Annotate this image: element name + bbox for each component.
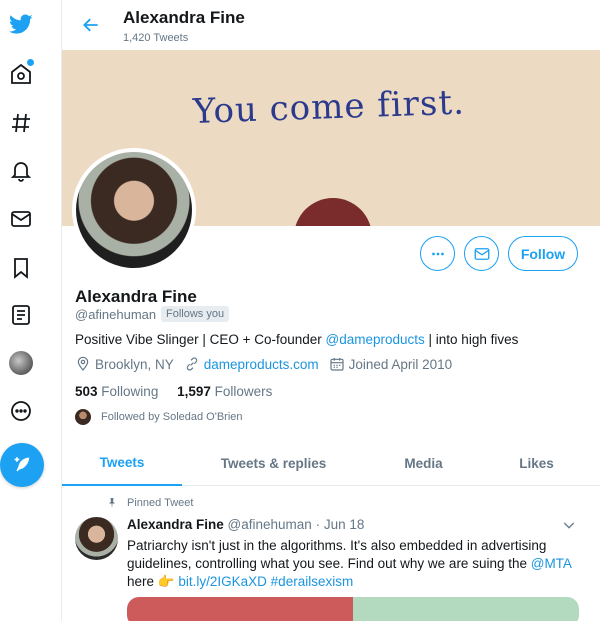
messages-envelope-icon[interactable]: [0, 201, 42, 237]
message-button[interactable]: [464, 236, 499, 271]
media-image-left: [127, 597, 353, 621]
tab-tweets[interactable]: Tweets: [62, 441, 182, 486]
main-column: Alexandra Fine 1,420 Tweets You come fir…: [62, 0, 600, 621]
follows-you-badge: Follows you: [161, 306, 230, 322]
joined-text: Joined April 2010: [348, 356, 453, 372]
tweet-author-avatar[interactable]: [75, 517, 118, 560]
bio-mention-link[interactable]: @dameproducts: [326, 332, 425, 347]
website-link[interactable]: dameproducts.com: [204, 357, 319, 372]
notifications-bell-icon[interactable]: [0, 152, 42, 188]
calendar-icon: [329, 358, 344, 371]
tweet-header: Alexandra Fine @afinehuman · Jun 18: [127, 517, 364, 532]
following-link[interactable]: 503 Following: [75, 384, 158, 399]
envelope-icon: [474, 247, 489, 260]
followed-by-row[interactable]: Followed by Soledad O'Brien: [75, 409, 243, 425]
follower-avatar: [75, 409, 91, 425]
pin-icon: [109, 498, 115, 508]
pinned-label: Pinned Tweet: [106, 497, 193, 509]
pinned-text: Pinned Tweet: [127, 497, 194, 509]
link-icon: [186, 357, 197, 371]
left-nav: [0, 0, 62, 621]
media-image-right: [353, 597, 579, 621]
banner-text: You come first.: [192, 82, 466, 132]
ellipsis-icon: [431, 252, 444, 255]
lists-icon[interactable]: [0, 297, 42, 333]
followers-count: 1,597: [177, 384, 211, 399]
followers-link[interactable]: 1,597 Followers: [177, 384, 272, 399]
tab-likes[interactable]: Likes: [482, 441, 591, 486]
chevron-down-icon[interactable]: [561, 517, 577, 533]
followers-label: Followers: [214, 384, 273, 399]
tweet-mention-link[interactable]: @MTA: [531, 556, 571, 571]
compose-tweet-button[interactable]: [0, 443, 44, 487]
profile-avatar-icon[interactable]: [0, 345, 42, 381]
tweet-url-link[interactable]: bit.ly/2IGKaXD: [178, 574, 267, 589]
home-icon[interactable]: [0, 56, 42, 92]
profile-bio: Positive Vibe Slinger | CEO + Co-founder…: [75, 332, 518, 347]
tweet-text: Patriarchy isn't just in the algorithms.…: [127, 537, 577, 591]
tweet-author-handle: @afinehuman: [227, 517, 312, 532]
profile-avatar[interactable]: [72, 148, 196, 272]
bookmarks-icon[interactable]: [0, 250, 42, 286]
location-text: Brooklyn, NY: [95, 356, 174, 372]
tab-media[interactable]: Media: [365, 441, 482, 486]
profile-tabs: Tweets Tweets & replies Media Likes: [62, 441, 600, 486]
bio-text-suffix: | into high fives: [424, 332, 519, 347]
follow-button[interactable]: Follow: [508, 236, 578, 271]
more-options-button[interactable]: [420, 236, 455, 271]
back-arrow-icon[interactable]: [78, 12, 104, 38]
pointing-emoji-icon: 👉: [157, 574, 175, 589]
twitter-logo-icon[interactable]: [0, 6, 42, 42]
notification-dot-icon: [27, 59, 34, 66]
tweet-author-name[interactable]: Alexandra Fine: [127, 517, 224, 532]
tweet-text-2: here: [127, 574, 158, 589]
profile-stats: 503 Following 1,597 Followers: [75, 384, 272, 399]
bio-text: Positive Vibe Slinger | CEO + Co-founder: [75, 332, 326, 347]
tweet-date[interactable]: Jun 18: [324, 517, 365, 532]
location-pin-icon: [77, 356, 89, 371]
banner-graphic: [294, 198, 372, 226]
profile-meta: Brooklyn, NY dameproducts.com Joined Apr…: [75, 356, 452, 372]
more-icon[interactable]: [0, 393, 42, 429]
followed-by-text: Followed by Soledad O'Brien: [101, 411, 243, 423]
tweet-media-preview[interactable]: [127, 597, 579, 621]
following-label: Following: [101, 384, 159, 399]
header-name: Alexandra Fine: [123, 8, 245, 27]
tweet-text-1: Patriarchy isn't just in the algorithms.…: [127, 538, 547, 571]
feather-plus-icon: [14, 457, 30, 472]
tab-tweets-replies[interactable]: Tweets & replies: [182, 441, 365, 486]
profile-handle: @afinehuman: [75, 307, 157, 322]
explore-hashtag-icon[interactable]: [0, 105, 42, 141]
tweet-separator: ·: [311, 517, 324, 532]
following-count: 503: [75, 384, 98, 399]
profile-name: Alexandra Fine: [75, 287, 197, 306]
profile-header: Alexandra Fine 1,420 Tweets: [62, 0, 600, 50]
tweet-hashtag-link[interactable]: #derailsexism: [271, 574, 354, 589]
header-tweet-count: 1,420 Tweets: [123, 32, 189, 44]
